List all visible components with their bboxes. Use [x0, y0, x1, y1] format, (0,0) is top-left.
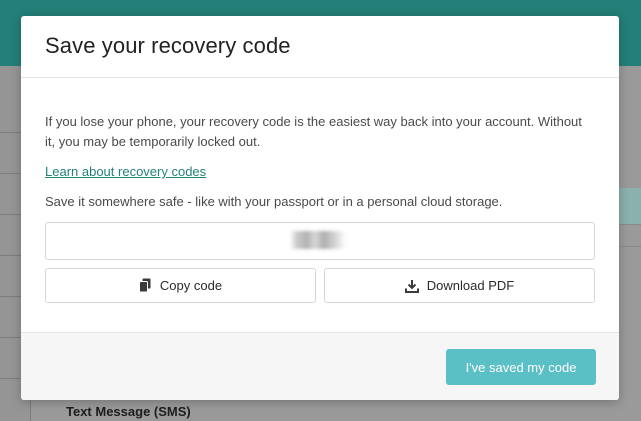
- modal-description: If you lose your phone, your recovery co…: [45, 114, 582, 149]
- recovery-code-redacted: [290, 231, 346, 249]
- download-icon: [404, 279, 427, 293]
- download-pdf-label: Download PDF: [426, 278, 515, 293]
- modal-footer: I've saved my code: [21, 332, 619, 400]
- recovery-code-modal: Save your recovery code If you lose your…: [21, 16, 619, 400]
- download-pdf-button[interactable]: Download PDF: [324, 268, 595, 303]
- confirm-saved-code-button[interactable]: I've saved my code: [446, 349, 596, 385]
- copy-code-button[interactable]: Copy code: [45, 268, 316, 303]
- modal-header: Save your recovery code: [21, 16, 619, 78]
- save-instructions: Save it somewhere safe - like with your …: [45, 194, 503, 209]
- recovery-code-field[interactable]: [45, 222, 595, 260]
- learn-about-recovery-codes-link[interactable]: Learn about recovery codes: [45, 164, 206, 179]
- copy-icon: [138, 278, 160, 293]
- modal-title: Save your recovery code: [45, 33, 291, 58]
- copy-code-label: Copy code: [159, 278, 223, 293]
- sms-option-label: Text Message (SMS): [66, 404, 191, 419]
